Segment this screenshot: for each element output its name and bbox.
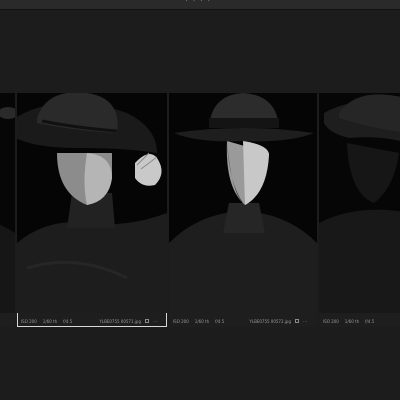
- shutter-value: 1/60 th: [194, 318, 210, 324]
- more-icon[interactable]: ⋯: [153, 319, 157, 324]
- top-toolbar: ⠁⠁⠁⠁: [0, 0, 400, 10]
- badge-icon[interactable]: [295, 319, 299, 323]
- thumbnail-meta: ISO 200 1/60 th f/4.5 YLBE0755 00571.jpg…: [17, 315, 167, 327]
- thumbnail-meta: ISO 200 1/60 th f/4.5: [319, 315, 400, 327]
- thumbnail-image: [17, 93, 167, 313]
- filename: YLBE0755 00571.jpg: [99, 318, 141, 324]
- iso-value: ISO 200: [323, 318, 339, 324]
- shutter-value: 1/60 th: [344, 318, 360, 324]
- aperture-value: f/4.5: [63, 318, 73, 324]
- thumbnail-2[interactable]: ISO 200 1/60 th f/4.5 YLBE0755 00572.jpg…: [169, 93, 317, 327]
- filename: YLBE0755 00572.jpg: [249, 318, 291, 324]
- thumbnail-3[interactable]: ISO 200 1/60 th f/4.5: [319, 93, 400, 327]
- more-icon[interactable]: ⋯: [303, 319, 307, 324]
- aperture-value: f/4.5: [365, 318, 375, 324]
- photo-browser: ⠁⠁⠁⠁ · · ·: [0, 0, 400, 400]
- thumbnail-image: [319, 93, 400, 313]
- thumbnail-image: [0, 93, 15, 313]
- thumbnail-meta: ISO 200 1/60 th f/4.5 YLBE0755 00572.jpg…: [169, 315, 317, 327]
- thumbnail-partial-left[interactable]: · · ·: [0, 93, 15, 327]
- filmstrip: · · ·: [0, 93, 400, 327]
- badge-icon[interactable]: [145, 319, 149, 323]
- iso-value: ISO 200: [21, 318, 37, 324]
- aperture-value: f/4.5: [215, 318, 225, 324]
- iso-value: ISO 200: [173, 318, 189, 324]
- thumbnail-meta: · · ·: [0, 315, 15, 327]
- thumbnail-image: [169, 93, 317, 313]
- window-controls[interactable]: ⠁⠁⠁⠁: [0, 0, 400, 8]
- thumbnail-1[interactable]: ISO 200 1/60 th f/4.5 YLBE0755 00571.jpg…: [17, 93, 167, 327]
- shutter-value: 1/60 th: [42, 318, 58, 324]
